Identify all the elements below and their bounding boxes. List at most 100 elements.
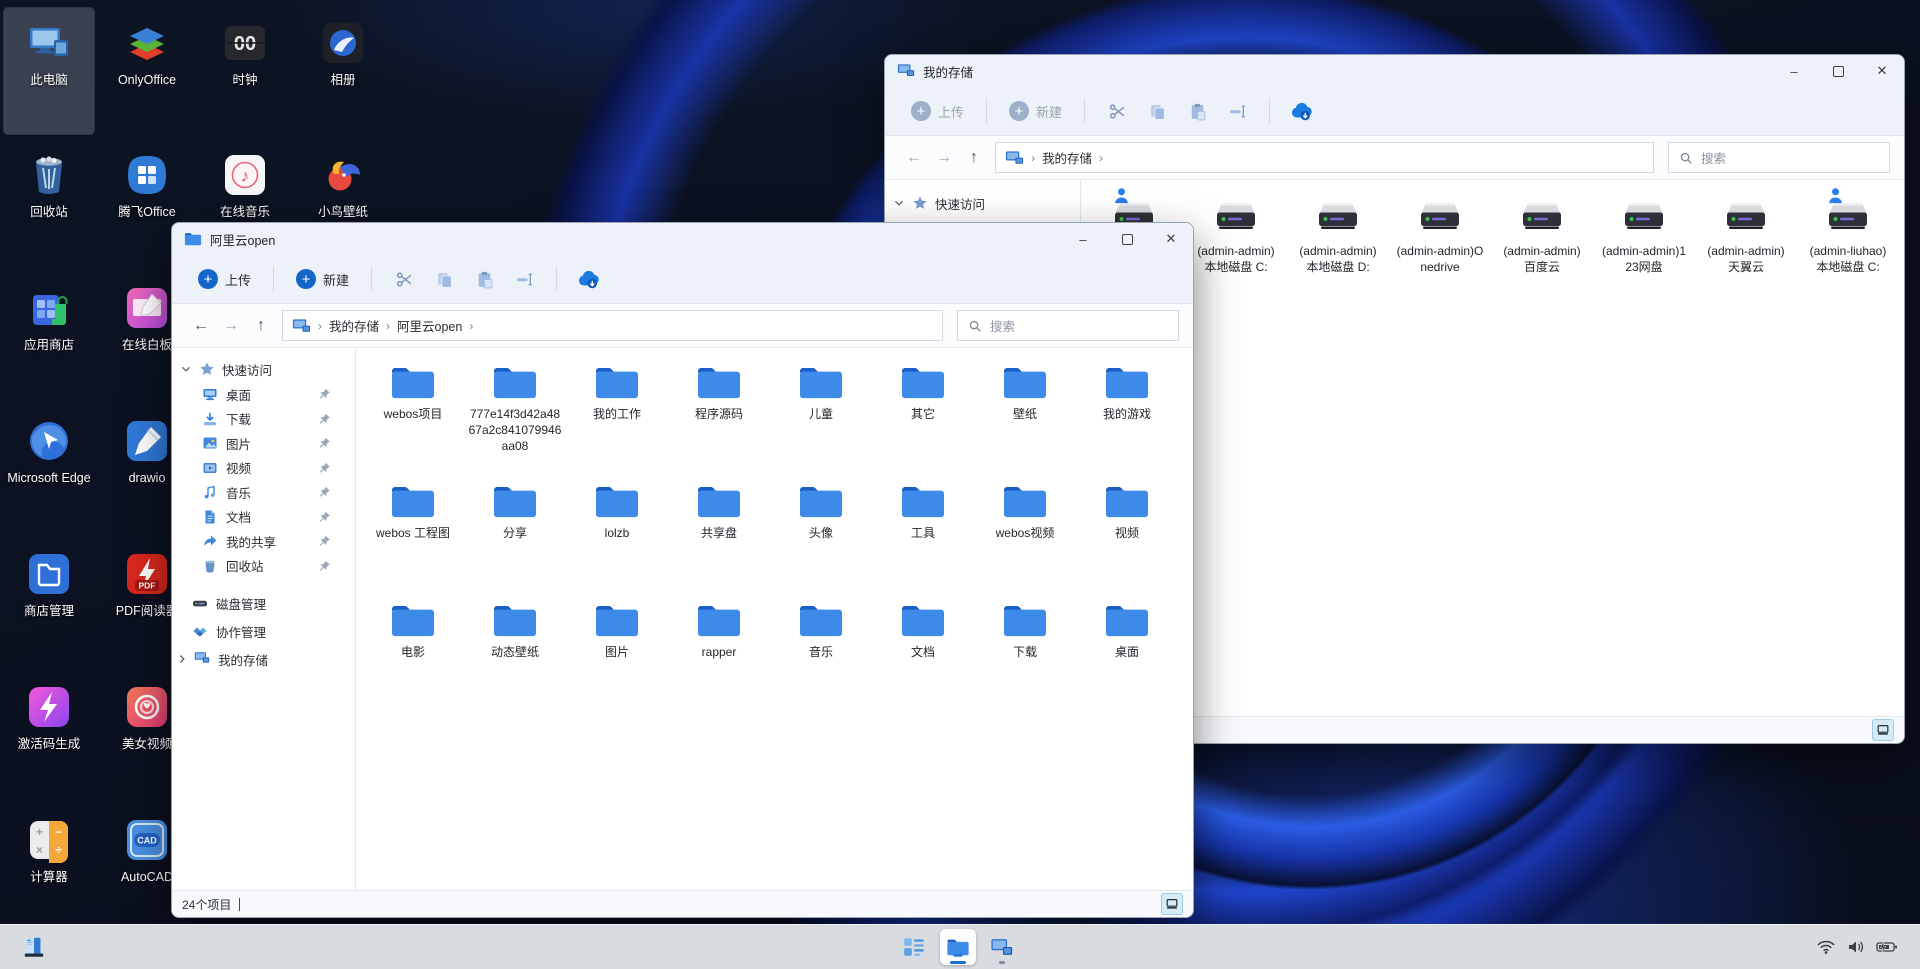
folder-item[interactable]: 我的工作: [566, 360, 668, 479]
new-button[interactable]: + 新建: [286, 269, 359, 289]
titlebar[interactable]: 我的存储 – ✕: [885, 55, 1904, 87]
paste-icon[interactable]: [471, 266, 497, 292]
sidebar-item-video[interactable]: 视频: [172, 456, 355, 481]
start-button[interactable]: [896, 929, 932, 965]
rename-icon[interactable]: [511, 266, 537, 292]
folder-item[interactable]: 图片: [566, 598, 668, 717]
breadcrumb-current[interactable]: 阿里云open: [397, 316, 462, 335]
cut-icon[interactable]: [1104, 98, 1130, 124]
breadcrumb-root[interactable]: 我的存储: [329, 316, 379, 335]
folder-item[interactable]: 儿童: [770, 360, 872, 479]
desktop-icon-clock[interactable]: 00时钟: [200, 8, 290, 134]
sidebar-item-trash[interactable]: 回收站: [172, 554, 355, 579]
folder-item[interactable]: 壁纸: [974, 360, 1076, 479]
folder-item[interactable]: webos视频: [974, 479, 1076, 598]
forward-icon[interactable]: →: [929, 144, 959, 172]
folder-item[interactable]: 头像: [770, 479, 872, 598]
wifi-icon[interactable]: [1816, 939, 1836, 955]
desktop-icon-onlyoffice[interactable]: OnlyOffice: [102, 8, 192, 134]
sidebar-item-music[interactable]: 音乐: [172, 480, 355, 505]
desktop-icon-calculator[interactable]: +−×÷计算器: [4, 805, 94, 931]
back-icon[interactable]: ←: [186, 312, 216, 340]
drive-item[interactable]: (admin-liuhao)本地磁盘 C:: [1797, 192, 1899, 312]
pin-icon[interactable]: [318, 412, 331, 425]
pin-icon[interactable]: [318, 461, 331, 474]
pin-icon[interactable]: [318, 486, 331, 499]
copy-icon[interactable]: [1144, 98, 1170, 124]
maximize-button[interactable]: [1816, 55, 1860, 87]
sidebar-item-share[interactable]: 我的共享: [172, 529, 355, 554]
sidebar-item-download[interactable]: 下载: [172, 407, 355, 432]
folder-item[interactable]: 动态壁纸: [464, 598, 566, 717]
new-button[interactable]: + 新建: [999, 101, 1072, 121]
titlebar[interactable]: 阿里云open – ✕: [172, 223, 1193, 255]
view-toggle-button[interactable]: [1872, 719, 1894, 741]
folder-item[interactable]: 视频: [1076, 479, 1178, 598]
sidebar-item-doc[interactable]: 文档: [172, 505, 355, 530]
sidebar-item-picture[interactable]: 图片: [172, 431, 355, 456]
pin-icon[interactable]: [318, 559, 331, 572]
desktop-icon-activation-code[interactable]: 激活码生成: [4, 672, 94, 798]
minimize-button[interactable]: –: [1772, 55, 1816, 87]
view-toggle-button[interactable]: [1161, 893, 1183, 915]
sidebar-item-quick-access[interactable]: 快速访问: [172, 356, 355, 382]
window-aliyun-open[interactable]: 阿里云open – ✕ + 上传 + 新建 ← → ↑ › 我的存储 ›: [171, 222, 1194, 918]
folder-item[interactable]: 共享盘: [668, 479, 770, 598]
folder-item[interactable]: 我的游戏: [1076, 360, 1178, 479]
sidebar-item-desktop[interactable]: 桌面: [172, 382, 355, 407]
breadcrumb[interactable]: › 我的存储 ›: [995, 142, 1654, 173]
breadcrumb-root[interactable]: 我的存储: [1042, 148, 1092, 167]
desktop-icon-store-manage[interactable]: 商店管理: [4, 539, 94, 665]
pin-icon[interactable]: [318, 510, 331, 523]
drive-item[interactable]: (admin-admin)本地磁盘 C:: [1185, 192, 1287, 312]
folder-item[interactable]: 下载: [974, 598, 1076, 717]
folder-item[interactable]: 777e14f3d42a4867a2c841079946aa08: [464, 360, 566, 479]
sidebar-item-disk-management[interactable]: 磁盘管理: [172, 589, 355, 617]
folder-item[interactable]: rapper: [668, 598, 770, 717]
close-button[interactable]: ✕: [1860, 55, 1904, 87]
desktop-icon-this-pc[interactable]: 此电脑: [4, 8, 94, 134]
widgets-button[interactable]: [16, 929, 52, 965]
taskbar-computer-button[interactable]: [984, 929, 1020, 965]
desktop-icon-app-store[interactable]: 应用商店: [4, 273, 94, 399]
upload-button[interactable]: + 上传: [188, 269, 261, 289]
folder-item[interactable]: 工具: [872, 479, 974, 598]
maximize-button[interactable]: [1105, 223, 1149, 255]
desktop-icon-photos[interactable]: 相册: [298, 8, 388, 134]
drive-item[interactable]: (admin-admin)123网盘: [1593, 192, 1695, 312]
drive-item[interactable]: (admin-admin)天翼云: [1695, 192, 1797, 312]
drive-item[interactable]: (admin-admin)Onedrive: [1389, 192, 1491, 312]
folder-item[interactable]: webos项目: [362, 360, 464, 479]
rename-icon[interactable]: [1224, 98, 1250, 124]
up-icon[interactable]: ↑: [246, 312, 276, 340]
pin-icon[interactable]: [318, 388, 331, 401]
cut-icon[interactable]: [391, 266, 417, 292]
minimize-button[interactable]: –: [1061, 223, 1105, 255]
back-icon[interactable]: ←: [899, 144, 929, 172]
volume-icon[interactable]: [1847, 939, 1865, 955]
sidebar-item-quick-access[interactable]: 快速访问: [885, 190, 1080, 216]
folder-item[interactable]: lolzb: [566, 479, 668, 598]
cloud-sync-icon[interactable]: [1289, 98, 1315, 124]
pin-icon[interactable]: [318, 437, 331, 450]
folder-item[interactable]: webos 工程图: [362, 479, 464, 598]
drive-item[interactable]: (admin-admin)本地磁盘 D:: [1287, 192, 1389, 312]
taskbar-file-manager-button[interactable]: [940, 929, 976, 965]
search-input[interactable]: 搜索: [1668, 142, 1890, 173]
folder-item[interactable]: 程序源码: [668, 360, 770, 479]
folder-item[interactable]: 分享: [464, 479, 566, 598]
folder-item[interactable]: 桌面: [1076, 598, 1178, 717]
up-icon[interactable]: ↑: [959, 144, 989, 172]
sidebar-item-collab-management[interactable]: 协作管理: [172, 617, 355, 645]
search-input[interactable]: 搜索: [957, 310, 1179, 341]
folder-item[interactable]: 音乐: [770, 598, 872, 717]
paste-icon[interactable]: [1184, 98, 1210, 124]
drive-item[interactable]: (admin-admin)百度云: [1491, 192, 1593, 312]
breadcrumb[interactable]: › 我的存储 › 阿里云open ›: [282, 310, 943, 341]
battery-icon[interactable]: [1876, 940, 1898, 954]
folder-item[interactable]: 文档: [872, 598, 974, 717]
folder-item[interactable]: 其它: [872, 360, 974, 479]
copy-icon[interactable]: [431, 266, 457, 292]
desktop-icon-recycle-bin[interactable]: 回收站: [4, 140, 94, 266]
desktop-icon-edge[interactable]: Microsoft Edge: [4, 406, 94, 532]
